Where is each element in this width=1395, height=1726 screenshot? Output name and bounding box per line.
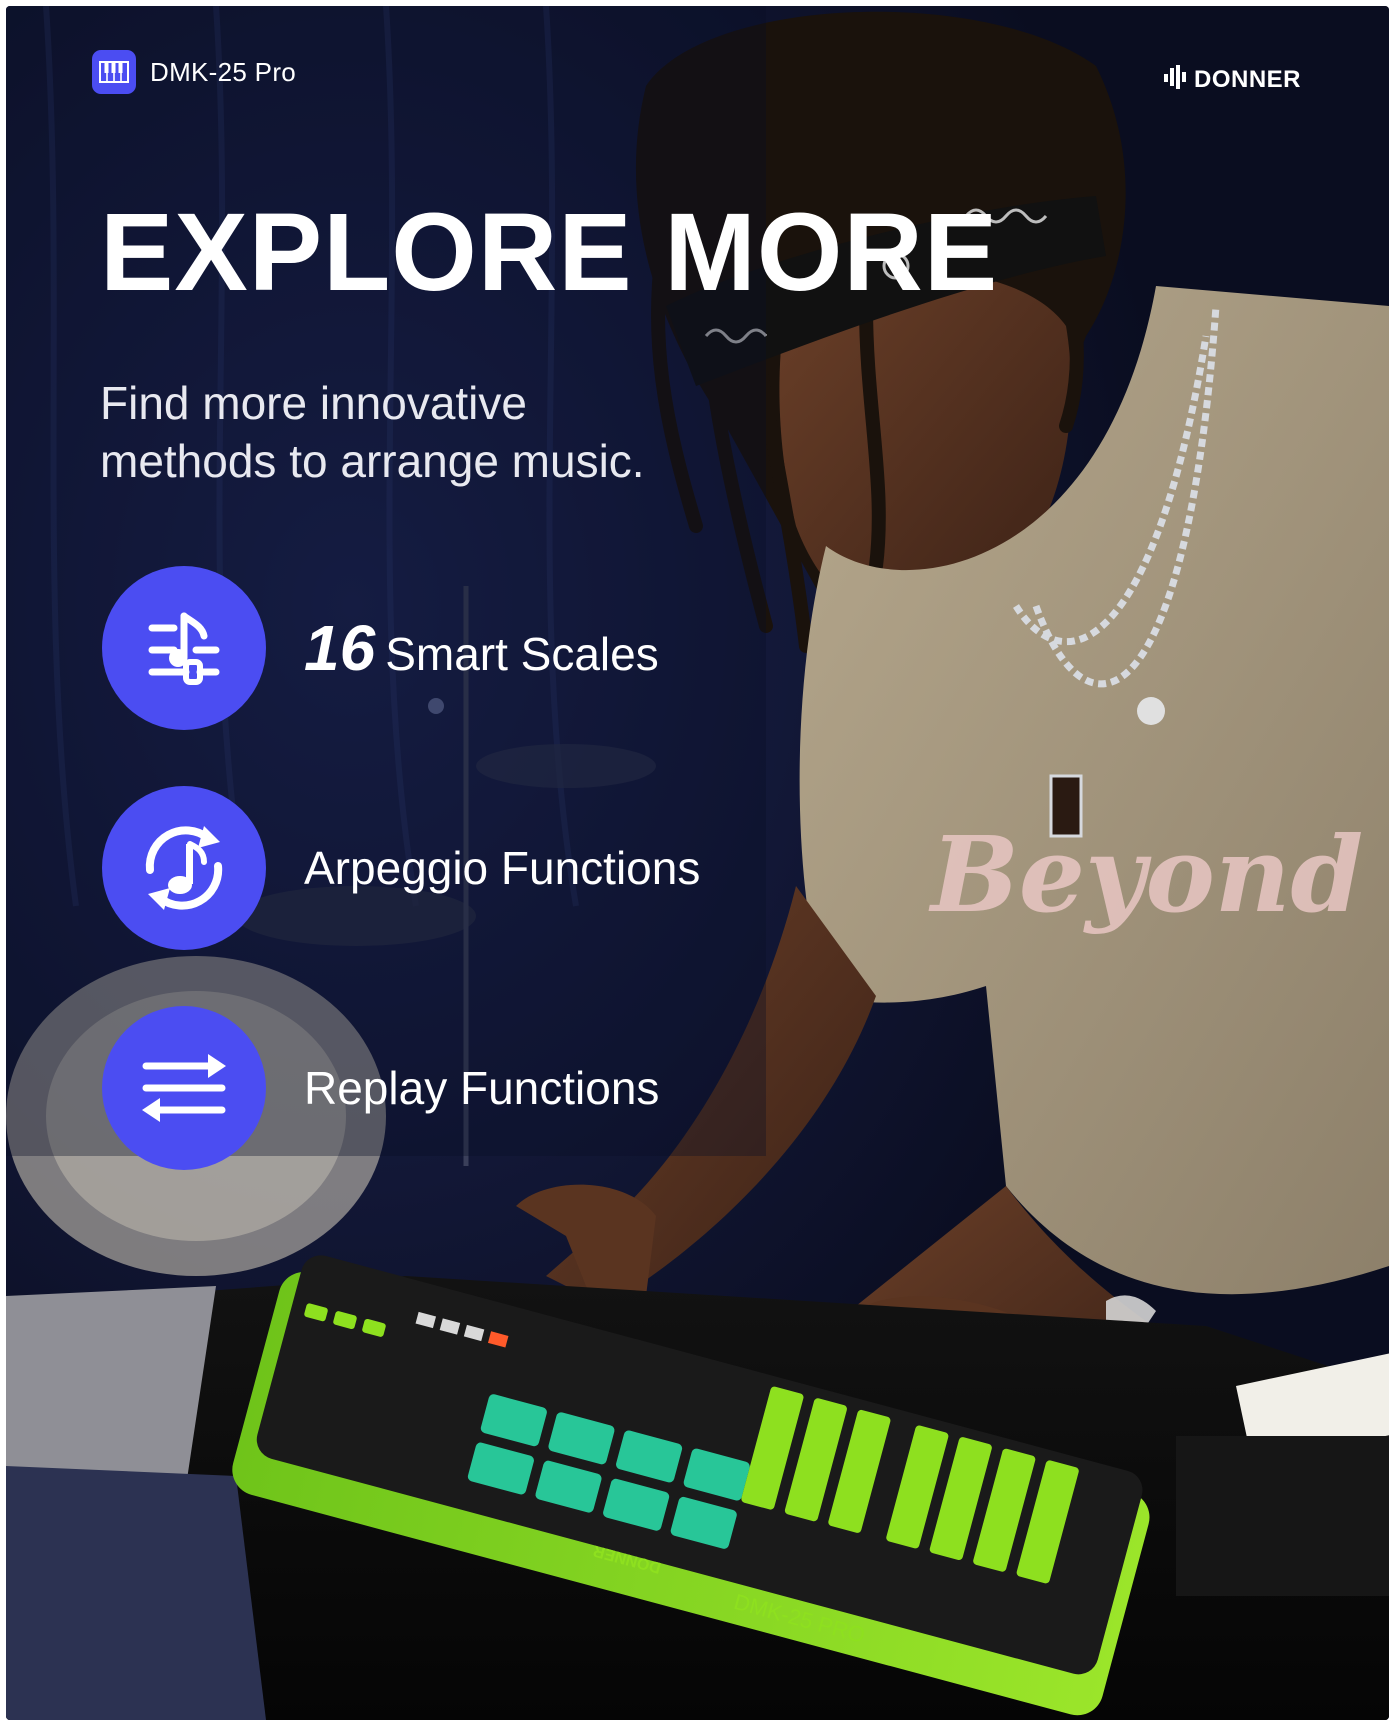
feature-text: Smart Scales — [385, 628, 659, 680]
page-subtitle: Find more innovative methods to arrange … — [100, 374, 660, 490]
feature-label-smart-scales: 16 Smart Scales — [304, 611, 659, 685]
subtitle-line-1: Find more innovative — [100, 377, 527, 429]
feature-arpeggio: Arpeggio Functions — [102, 786, 700, 950]
shirt-print-text: Beyond The Ma — [928, 813, 1389, 936]
product-banner: Beyond The Ma — [6, 6, 1389, 1720]
feature-label-replay: Replay Functions — [304, 1062, 660, 1114]
feature-number: 16 — [304, 612, 376, 684]
arpeggio-cycle-icon — [102, 786, 266, 950]
piano-keys-icon — [92, 50, 136, 94]
subtitle-line-2: methods to arrange music. — [100, 435, 645, 487]
page-title: EXPLORE MORE — [100, 191, 999, 314]
product-name: DMK-25 Pro — [150, 56, 297, 87]
product-chip: DMK-25 Pro — [92, 50, 296, 94]
donner-logo-icon — [1162, 64, 1188, 95]
feature-label-arpeggio: Arpeggio Functions — [304, 842, 701, 894]
feature-replay: Replay Functions — [102, 1006, 659, 1170]
replay-arrows-icon — [102, 1006, 266, 1170]
feature-smart-scales: 16 Smart Scales — [102, 566, 659, 730]
brand-logo: DONNER — [1162, 64, 1301, 95]
brand-name: DONNER — [1193, 65, 1301, 93]
scale-sliders-icon — [102, 566, 266, 730]
